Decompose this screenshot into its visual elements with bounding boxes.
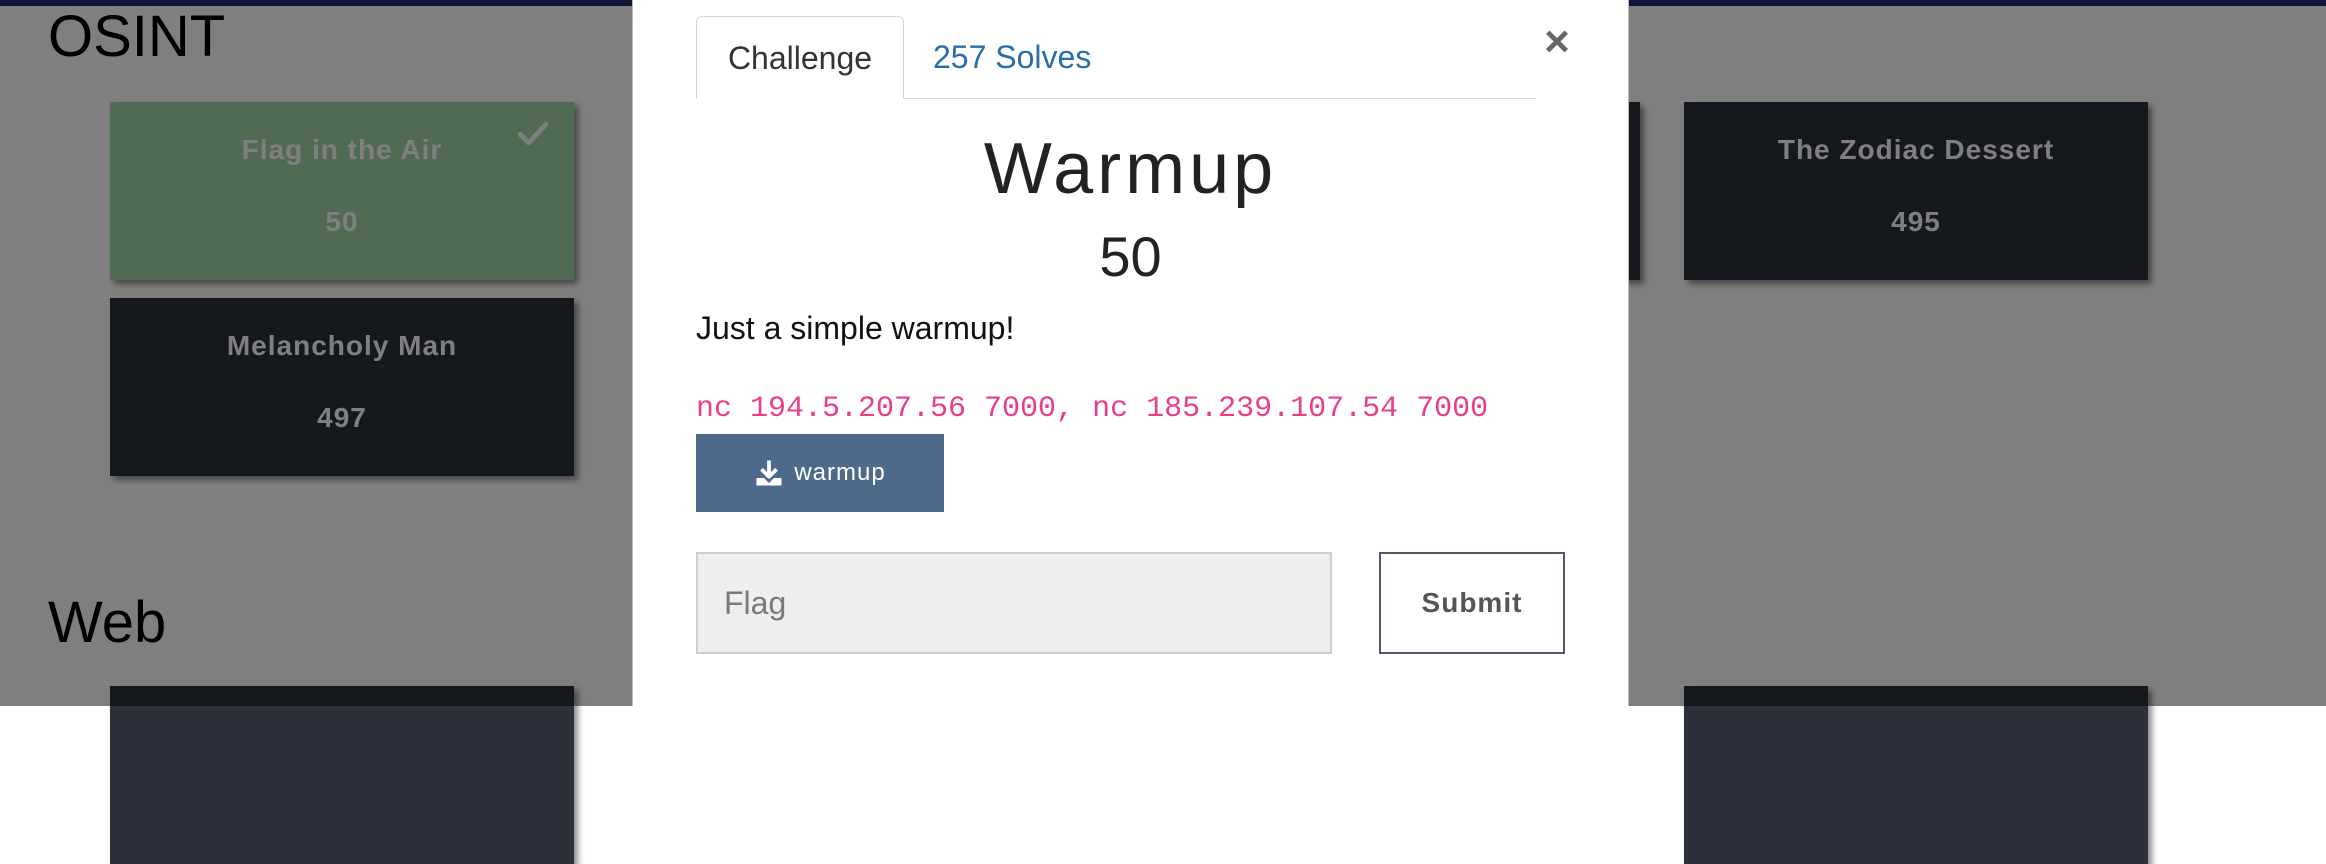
challenge-points: 50 — [1099, 225, 1162, 288]
close-button[interactable]: × — [1533, 18, 1581, 66]
download-icon — [756, 460, 782, 486]
flag-input[interactable] — [696, 552, 1332, 654]
challenge-description: Just a simple warmup! — [696, 310, 1015, 346]
connection-info: nc 194.5.207.56 7000, nc 185.239.107.54 … — [696, 392, 1489, 426]
download-label: warmup — [794, 459, 886, 486]
challenge-card-web-2[interactable] — [1684, 686, 2148, 864]
submit-button[interactable]: Submit — [1379, 552, 1565, 654]
tab-solves[interactable]: 257 Solves — [933, 16, 1091, 99]
challenge-modal: Challenge 257 Solves × Warmup 50 Just a … — [632, 0, 1629, 706]
tab-challenge[interactable]: Challenge — [696, 16, 904, 99]
challenge-card-web-1[interactable] — [110, 686, 574, 864]
challenge-title: Warmup — [983, 129, 1278, 209]
download-button[interactable]: warmup — [696, 434, 944, 512]
